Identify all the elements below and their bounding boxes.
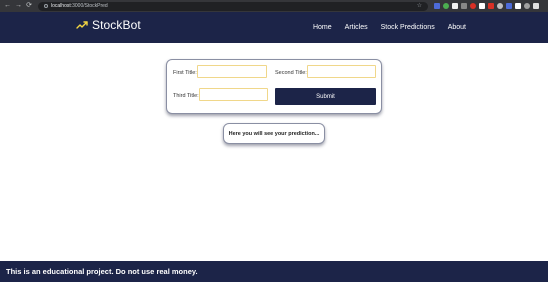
browser-extension-icon[interactable] xyxy=(497,3,503,9)
browser-extension-icon[interactable] xyxy=(434,3,440,9)
site-navbar: StockBot Home Articles Stock Predictions… xyxy=(0,12,548,43)
url-path: :3000/StockPred xyxy=(70,3,108,9)
browser-extension-icon[interactable] xyxy=(524,3,530,9)
prediction-form: First Title: Second Title: Third Title: … xyxy=(166,59,382,114)
third-title-label: Third Title: xyxy=(173,93,199,99)
browser-extension-icon[interactable] xyxy=(443,3,449,9)
trending-up-icon xyxy=(76,21,88,29)
second-title-label: Second Title: xyxy=(275,70,307,76)
extension-icons xyxy=(434,3,539,9)
brand-name: StockBot xyxy=(92,18,141,32)
browser-extension-icon[interactable] xyxy=(506,3,512,9)
prediction-result-card: Here you will see your prediction... xyxy=(223,123,325,144)
brand[interactable]: StockBot xyxy=(76,18,141,32)
nav-links: Home Articles Stock Predictions About xyxy=(313,24,466,31)
site-info-icon[interactable] xyxy=(44,4,48,8)
submit-button[interactable]: Submit xyxy=(275,88,376,105)
reload-icon[interactable]: ⟳ xyxy=(26,1,32,11)
nav-link-stock-predictions[interactable]: Stock Predictions xyxy=(381,24,435,31)
bookmark-star-icon[interactable]: ☆ xyxy=(417,3,422,10)
first-title-input[interactable] xyxy=(197,65,267,78)
prediction-text: Here you will see your prediction... xyxy=(228,130,320,137)
first-title-label: First Title: xyxy=(173,70,197,76)
browser-extension-icon[interactable] xyxy=(470,3,476,9)
back-icon[interactable]: ← xyxy=(4,1,11,11)
address-bar[interactable]: localhost:3000/StockPred ☆ xyxy=(38,1,428,11)
nav-link-home[interactable]: Home xyxy=(313,24,332,31)
site-footer: This is an educational project. Do not u… xyxy=(0,261,548,282)
browser-extension-icon[interactable] xyxy=(488,3,494,9)
browser-extension-icon[interactable] xyxy=(452,3,458,9)
browser-toolbar: ← → ⟳ localhost:3000/StockPred ☆ xyxy=(0,0,548,12)
url-host: localhost xyxy=(51,3,71,9)
forward-icon[interactable]: → xyxy=(15,1,22,11)
nav-link-articles[interactable]: Articles xyxy=(345,24,368,31)
browser-extension-icon[interactable] xyxy=(461,3,467,9)
browser-extension-icon[interactable] xyxy=(515,3,521,9)
third-title-input[interactable] xyxy=(199,88,268,101)
disclaimer-text: This is an educational project. Do not u… xyxy=(6,267,198,276)
second-title-input[interactable] xyxy=(307,65,376,78)
nav-link-about[interactable]: About xyxy=(448,24,466,31)
browser-extension-icon[interactable] xyxy=(479,3,485,9)
browser-extension-icon[interactable] xyxy=(533,3,539,9)
url-text: localhost:3000/StockPred xyxy=(51,3,108,9)
